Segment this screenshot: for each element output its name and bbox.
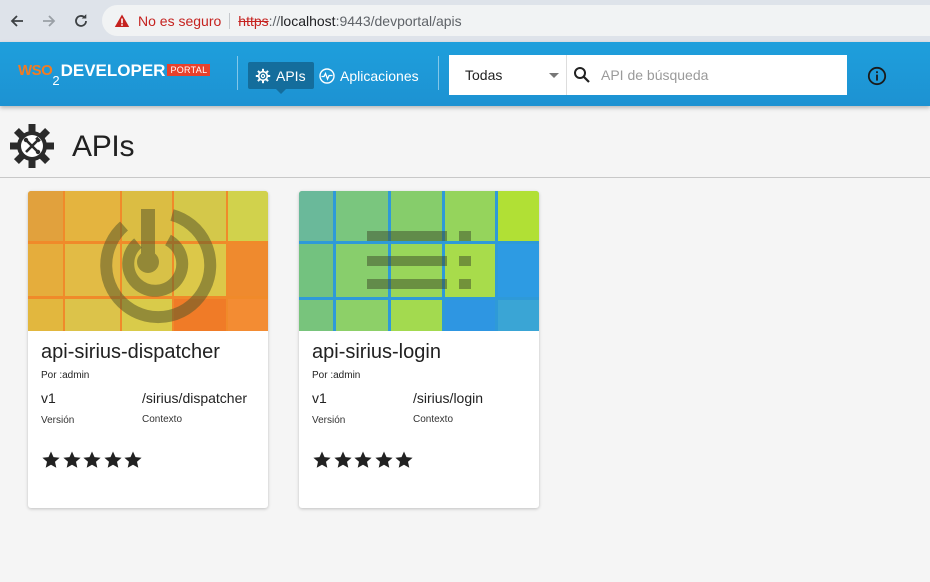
search-box[interactable] [567,55,847,95]
page-title: APIs [72,130,135,163]
api-context: /sirius/dispatcher [142,390,248,406]
star-icon[interactable] [394,450,414,470]
api-name[interactable]: api-sirius-dispatcher [41,341,220,364]
url-scheme: https [238,12,269,29]
search-scope-value: Todas [465,67,503,83]
api-thumbnail[interactable] [299,191,539,331]
warning-icon [114,14,130,27]
url-host: localhost [280,12,336,29]
activity-icon [319,67,335,84]
api-version: v1 [312,390,327,406]
tab-apis-label: APIs [276,67,306,84]
api-context: /sirius/login [413,390,484,406]
star-icon[interactable] [123,450,143,470]
page-title-bar: APIs [0,106,930,178]
wso2-developer-portal-logo[interactable]: WSO 2 DEVELOPER PORTAL [18,61,211,89]
back-arrow-icon[interactable] [6,10,28,32]
api-context-label: Contexto [413,414,454,425]
gear-icon [255,68,271,83]
tab-aplicaciones-label: Aplicaciones [340,67,419,84]
star-icon[interactable] [312,450,332,470]
api-card[interactable]: api-sirius-login Por :admin v1 /sirius/l… [299,191,539,508]
not-secure-label[interactable]: No es seguro [138,13,221,29]
api-author: Por :admin [312,370,361,381]
api-author: Por :admin [41,370,90,381]
forward-arrow-icon[interactable] [38,10,60,32]
browser-toolbar: No es seguro https://localhost:9443/devp… [0,0,930,42]
api-context-label: Contexto [142,414,183,425]
star-icon[interactable] [103,450,123,470]
star-icon[interactable] [41,450,61,470]
portal-header: WSO 2 DEVELOPER PORTAL APIs Aplicaciones… [0,42,930,106]
api-version-label: Versión [312,415,346,426]
header-divider [237,56,238,90]
api-version-label: Versión [41,415,75,426]
api-card[interactable]: api-sirius-dispatcher Por :admin v1 /sir… [28,191,268,508]
api-name[interactable]: api-sirius-login [312,341,441,364]
star-rating[interactable] [312,450,415,470]
star-icon[interactable] [62,450,82,470]
search-scope-select[interactable]: Todas [449,55,567,95]
star-rating[interactable] [41,450,144,470]
tab-apis[interactable]: APIs [248,62,314,94]
api-gear-icon [10,124,54,168]
api-version: v1 [41,390,56,406]
star-icon[interactable] [333,450,353,470]
search-input[interactable] [601,67,841,83]
reload-icon[interactable] [70,10,92,32]
info-icon[interactable] [867,66,887,86]
address-bar[interactable]: No es seguro https://localhost:9443/devp… [102,5,930,36]
url-path: :9443/devportal/apis [335,12,462,29]
chevron-down-icon [549,73,559,78]
api-thumbnail[interactable] [28,191,268,331]
star-icon[interactable] [374,450,394,470]
omnibox-divider [229,12,231,29]
search-icon [574,67,590,83]
header-divider [438,56,439,90]
tab-aplicaciones[interactable]: Aplicaciones [319,62,419,89]
star-icon[interactable] [82,450,102,470]
star-icon[interactable] [353,450,373,470]
